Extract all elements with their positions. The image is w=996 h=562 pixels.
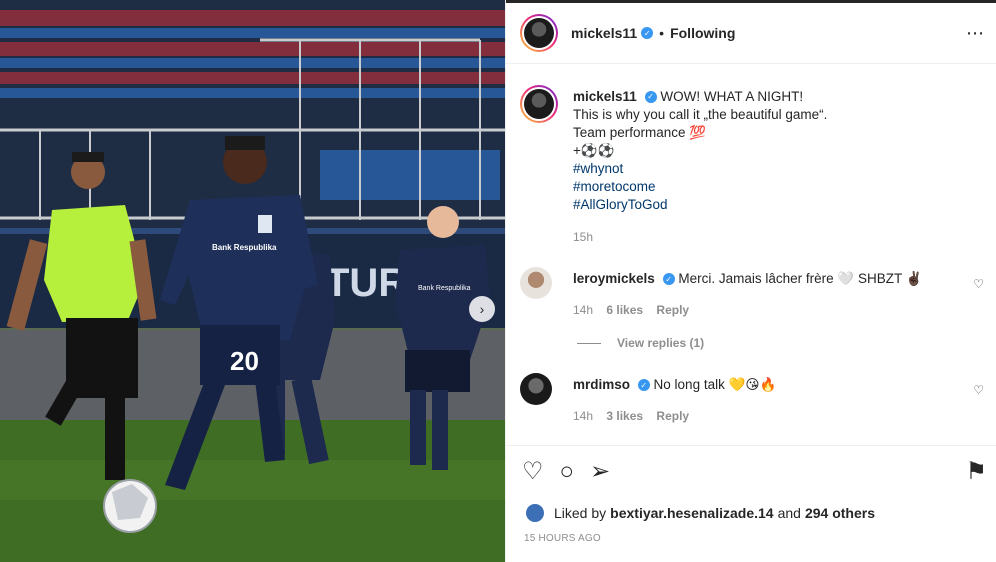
author-username[interactable]: mickels11: [571, 25, 637, 41]
chevron-right-icon: ›: [479, 301, 485, 317]
comment-body: No long talk 💛😘🔥: [653, 377, 777, 392]
like-comment-icon[interactable]: ♡: [973, 277, 984, 291]
caption-line: WOW! WHAT A NIGHT!: [660, 89, 804, 104]
post-actions: ♡ ○ ➢ ⚑ Liked by bextiyar.hesenalizade.1…: [506, 445, 996, 562]
more-options-icon[interactable]: ⋯: [966, 23, 985, 44]
comment-bubble-icon[interactable]: ○: [560, 460, 575, 484]
verified-badge-icon: ✓: [662, 273, 675, 286]
caption-line: This is why you call it „the beautiful g…: [573, 107, 828, 122]
commenter-avatar[interactable]: [520, 267, 552, 299]
caption-avatar[interactable]: [520, 85, 558, 123]
comment-likes[interactable]: 3 likes: [606, 409, 643, 423]
post-sidebar: mickels11 ✓ • Following ⋯ mickels11 ✓ WO…: [505, 0, 996, 562]
comment-meta: 14h 3 likes Reply: [573, 409, 699, 423]
caption-time: 15h: [573, 230, 594, 244]
likes-summary: Liked by bextiyar.hesenalizade.14 and 29…: [524, 502, 879, 524]
caption-username[interactable]: mickels11: [573, 89, 637, 104]
football-scene: TURK Bank Respublika Bank Respublika 20: [0, 0, 505, 562]
comment-text: mrdimso ✓ No long talk 💛😘🔥: [573, 377, 776, 393]
hashtag-link[interactable]: #AllGloryToGod: [573, 196, 973, 214]
like-heart-icon[interactable]: ♡: [522, 460, 544, 484]
main-player-number: 20: [230, 346, 259, 376]
hashtag-link[interactable]: #moretocome: [573, 178, 973, 196]
commenter-avatar[interactable]: [520, 373, 552, 405]
reply-button[interactable]: Reply: [656, 409, 689, 423]
comment-meta: 14h 6 likes Reply: [573, 303, 699, 317]
comment-time: 14h: [573, 303, 594, 317]
comment-time: 14h: [573, 409, 594, 423]
verified-badge-icon: ✓: [641, 27, 654, 39]
replies-line: [577, 342, 601, 344]
view-replies-button[interactable]: View replies (1): [577, 336, 704, 350]
next-image-button[interactable]: ›: [469, 296, 495, 322]
comment-body: Merci. Jamais lâcher frère 🤍 SHBZT ✌🏿: [678, 271, 923, 286]
football: [103, 479, 157, 533]
avatar-image: [524, 89, 554, 119]
main-player-sponsor: Bank Respublika: [212, 243, 277, 252]
liked-by-label: Liked by: [554, 505, 607, 521]
caption-line: +⚽⚽: [573, 143, 615, 158]
avatar-image: [524, 18, 554, 48]
following-button[interactable]: Following: [670, 25, 735, 41]
comment-likes[interactable]: 6 likes: [606, 303, 643, 317]
liker-username[interactable]: bextiyar.hesenalizade.14: [610, 505, 773, 521]
action-bar: ♡ ○ ➢: [522, 460, 610, 484]
author-avatar[interactable]: [520, 14, 558, 52]
post-timestamp: 15 HOURS AGO: [524, 533, 601, 544]
others-count-link[interactable]: 294 others: [805, 505, 875, 521]
caption-line: Team performance 💯: [573, 125, 707, 140]
comment-text: leroymickels ✓ Merci. Jamais lâcher frèr…: [573, 271, 923, 287]
liker-avatar[interactable]: [524, 502, 546, 524]
reply-button[interactable]: Reply: [656, 303, 689, 317]
share-plane-icon[interactable]: ➢: [590, 460, 610, 484]
hashtag-link[interactable]: #whynot: [573, 160, 973, 178]
like-comment-icon[interactable]: ♡: [973, 383, 984, 397]
post-header: mickels11 ✓ • Following ⋯: [506, 3, 996, 64]
bookmark-icon[interactable]: ⚑: [965, 460, 987, 484]
caption-text: mickels11 ✓ WOW! WHAT A NIGHT! This is w…: [573, 88, 973, 246]
comment-username[interactable]: mrdimso: [573, 377, 630, 392]
verified-badge-icon: ✓: [644, 91, 657, 104]
teammate-sponsor: Bank Respublika: [418, 285, 471, 292]
post-photo[interactable]: TURK Bank Respublika Bank Respublika 20 …: [0, 0, 505, 562]
separator-dot: •: [659, 25, 665, 41]
verified-badge-icon: ✓: [637, 379, 650, 392]
comments-section: mickels11 ✓ WOW! WHAT A NIGHT! This is w…: [506, 65, 996, 445]
comment-username[interactable]: leroymickels: [573, 271, 655, 286]
liked-and-label: and: [777, 505, 801, 521]
view-replies-label: View replies (1): [617, 336, 705, 350]
